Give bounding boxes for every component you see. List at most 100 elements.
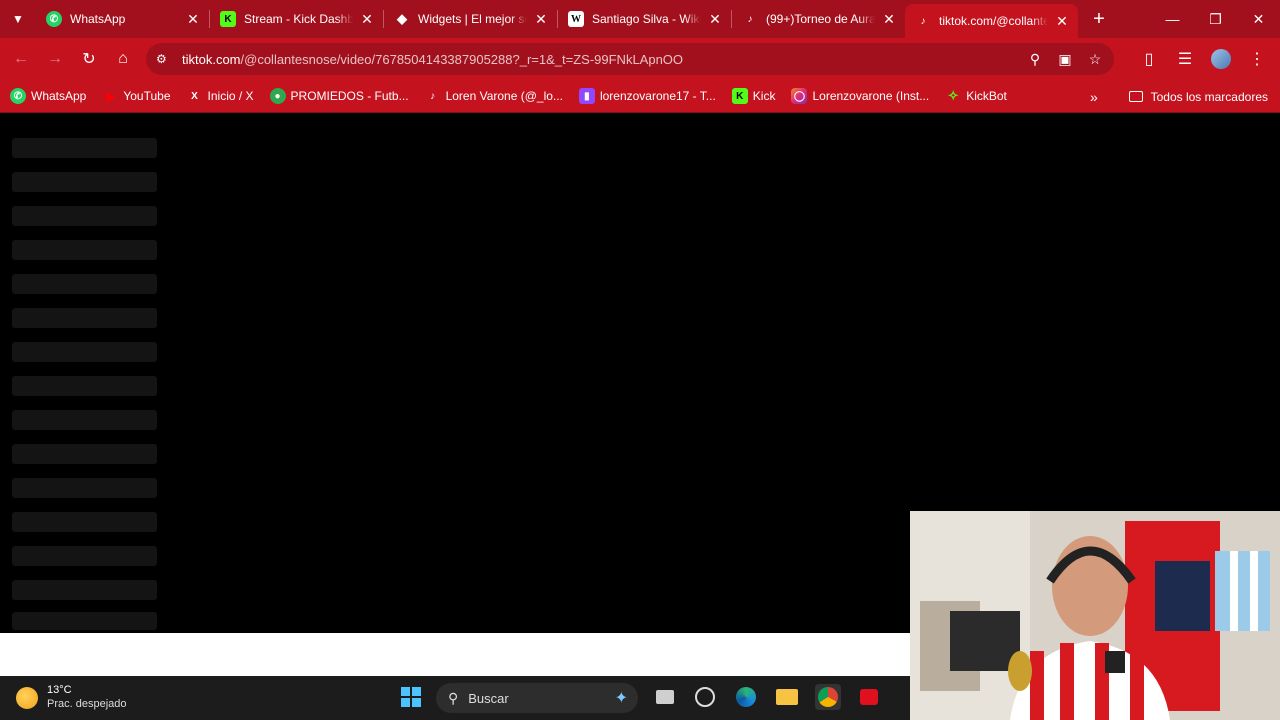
webcam-video	[910, 511, 1280, 720]
cast-icon[interactable]: ▣	[1054, 51, 1076, 68]
folder-icon	[1128, 91, 1143, 102]
reload-button[interactable]: ↻	[72, 42, 106, 76]
skeleton-row	[12, 512, 157, 532]
start-button[interactable]	[398, 684, 424, 710]
bookmark-label: KickBot	[966, 89, 1007, 103]
close-icon[interactable]: ✕	[359, 11, 375, 28]
tab-wikipedia[interactable]: W Santiago Silva - Wiki ✕	[558, 0, 731, 38]
bookmark-promiedos[interactable]: ● PROMIEDOS - Futb...	[269, 88, 409, 104]
bookmark-instagram[interactable]: ◯ Lorenzovarone (Inst...	[791, 88, 929, 104]
bookmark-star-icon[interactable]: ☆	[1084, 51, 1106, 68]
url-host: tiktok.com	[182, 51, 241, 67]
tab-title: Widgets | El mejor so	[418, 12, 527, 26]
edge-icon[interactable]	[733, 684, 759, 710]
bookmark-x[interactable]: X Inicio / X	[187, 88, 253, 104]
browser-toolbar: ← → ↻ ⌂ ⚙ tiktok.com/@collantesnose/vide…	[0, 38, 1280, 80]
file-explorer-icon[interactable]	[774, 684, 800, 710]
all-bookmarks-button[interactable]: Todos los marcadores	[1128, 80, 1268, 113]
tab-kick-dashboard[interactable]: K Stream - Kick Dashbo ✕	[210, 0, 383, 38]
skeleton-row	[12, 172, 157, 192]
tab-title: Stream - Kick Dashbo	[244, 12, 353, 26]
bookmark-label: YouTube	[123, 89, 171, 103]
skeleton-row	[12, 206, 157, 226]
weather-icon	[16, 687, 38, 709]
home-button[interactable]: ⌂	[106, 42, 140, 76]
close-icon[interactable]: ✕	[185, 11, 201, 28]
close-icon[interactable]: ✕	[1054, 13, 1070, 30]
extensions-icon[interactable]: ▯	[1132, 42, 1166, 76]
bookmark-label: lorenzovarone17 - T...	[599, 89, 716, 103]
bookmark-label: Kick	[752, 89, 776, 103]
skeleton-row	[12, 546, 157, 566]
x-icon: X	[191, 90, 198, 102]
search-highlight-icon: ✦	[614, 690, 628, 707]
app-red-icon[interactable]	[856, 684, 882, 710]
back-button[interactable]: ←	[4, 42, 38, 76]
skeleton-row	[12, 240, 157, 260]
site-settings-icon[interactable]: ⚙	[156, 51, 172, 67]
kick-icon: K	[731, 88, 748, 104]
bookmark-kick[interactable]: K Kick	[731, 88, 776, 104]
all-bookmarks-label: Todos los marcadores	[1150, 89, 1268, 104]
skeleton-row	[12, 612, 157, 630]
skeleton-row	[12, 138, 157, 158]
zoom-icon[interactable]: ⚲	[1024, 51, 1046, 68]
restore-button[interactable]: ❐	[1194, 0, 1237, 38]
tab-widgets[interactable]: ◆ Widgets | El mejor so ✕	[384, 0, 557, 38]
skeleton-row	[12, 342, 157, 362]
bookmark-twitch[interactable]: ▮ lorenzovarone17 - T...	[578, 88, 716, 104]
tab-strip: ▼ ✆ WhatsApp ✕ K Stream - Kick Dashbo ✕ …	[0, 0, 1280, 38]
tab-title: WhatsApp	[70, 12, 126, 26]
tab-whatsapp[interactable]: ✆ WhatsApp ✕	[36, 0, 209, 38]
tab-tiktok-torneo[interactable]: ♪ (99+)Torneo de Aura ✕	[732, 0, 905, 38]
tab-search-chevron-icon[interactable]: ▼	[0, 0, 36, 38]
webcam-overlay	[910, 511, 1280, 720]
windows-icon	[401, 687, 421, 707]
bookmark-youtube[interactable]: ▶ YouTube	[102, 88, 170, 104]
tab-title: tiktok.com/@collante	[939, 14, 1048, 28]
twitch-icon: ▮	[578, 88, 595, 104]
media-control-icon[interactable]: ☰	[1168, 42, 1202, 76]
close-icon[interactable]: ✕	[881, 11, 897, 28]
bookmark-tiktok[interactable]: ♪ Loren Varone (@_lo...	[425, 88, 563, 104]
forward-button[interactable]: →	[38, 42, 72, 76]
chrome-icon[interactable]	[815, 684, 841, 710]
skeleton-row	[12, 308, 157, 328]
bookmarks-bar: ✆ WhatsApp ▶ YouTube X Inicio / X ● PROM…	[0, 80, 1280, 113]
skeleton-row	[12, 274, 157, 294]
url-path: /@collantesnose/video/767850414338790528…	[240, 51, 684, 67]
skeleton-row	[12, 580, 157, 600]
close-icon[interactable]: ✕	[707, 11, 723, 28]
skeleton-row	[12, 444, 157, 464]
close-icon[interactable]: ✕	[533, 11, 549, 28]
tab-tiktok-active[interactable]: ♪ tiktok.com/@collante ✕	[905, 4, 1078, 38]
taskbar-search[interactable]: ⚲ Buscar ✦	[436, 683, 638, 713]
window-controls: — ❐ ✕	[1151, 0, 1280, 38]
skeleton-row	[12, 376, 157, 396]
wikipedia-icon: W	[568, 11, 584, 27]
task-view-icon[interactable]	[652, 684, 678, 710]
app-icon[interactable]	[692, 684, 718, 710]
bookmark-label: WhatsApp	[31, 89, 87, 103]
bookmark-label: Loren Varone (@_lo...	[445, 89, 563, 103]
minimize-button[interactable]: —	[1151, 0, 1194, 38]
whatsapp-icon: ✆	[10, 88, 26, 104]
widgets-icon: ◆	[397, 11, 407, 26]
weather-widget[interactable]: 13°C Prac. despejado	[16, 684, 127, 712]
close-window-button[interactable]: ✕	[1237, 0, 1280, 38]
bookmark-kickbot[interactable]: ✧ KickBot	[945, 88, 1007, 104]
profile-button[interactable]	[1204, 42, 1238, 76]
new-tab-button[interactable]: +	[1084, 4, 1114, 34]
bookmark-whatsapp[interactable]: ✆ WhatsApp	[10, 88, 86, 104]
screen: ▼ ✆ WhatsApp ✕ K Stream - Kick Dashbo ✕ …	[0, 0, 1280, 720]
tiktok-icon: ♪	[747, 13, 753, 25]
weather-condition: Prac. despejado	[47, 698, 127, 710]
more-bookmarks-chevron-icon[interactable]: »	[1090, 80, 1098, 113]
menu-icon[interactable]: ⋮	[1240, 42, 1274, 76]
address-bar[interactable]: ⚙ tiktok.com/@collantesnose/video/767850…	[146, 43, 1114, 75]
skeleton-row	[12, 410, 157, 430]
omnibox-actions: ⚲ ▣ ☆	[1024, 43, 1106, 75]
tiktok-icon: ♪	[430, 90, 436, 102]
whatsapp-icon: ✆	[46, 11, 62, 27]
tiktok-icon: ♪	[920, 15, 926, 27]
